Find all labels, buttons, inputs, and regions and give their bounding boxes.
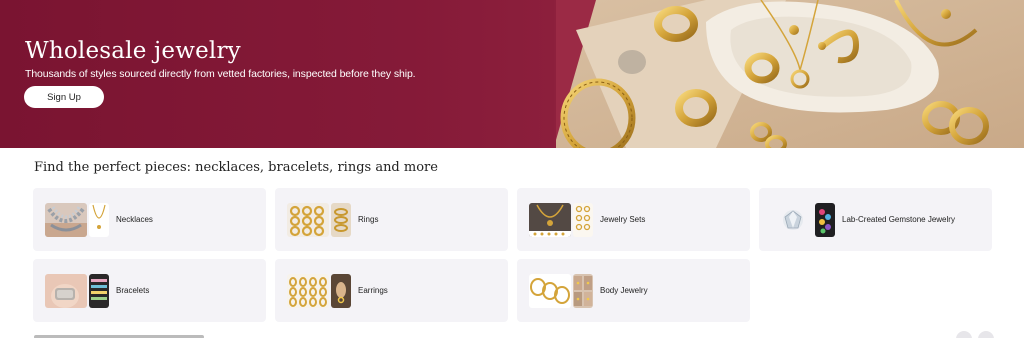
carousel-next-button[interactable]	[978, 331, 994, 338]
category-label: Earrings	[358, 286, 388, 295]
category-card-lab-created-gemstone-jewelry[interactable]: Lab-Created Gemstone Jewelry	[759, 188, 992, 251]
section-title: Find the perfect pieces: necklaces, brac…	[34, 160, 438, 175]
category-label: Lab-Created Gemstone Jewelry	[842, 215, 955, 224]
category-label: Necklaces	[116, 215, 153, 224]
category-card-rings[interactable]: Rings	[275, 188, 508, 251]
category-thumbnails	[771, 202, 835, 237]
bracelets-image-secondary	[89, 273, 109, 308]
next-section-heading-clipped	[34, 331, 204, 338]
carousel-prev-button[interactable]	[956, 331, 972, 338]
rings-image-secondary	[331, 202, 351, 237]
jewelry-sets-image-secondary	[573, 202, 593, 237]
category-thumbnails	[287, 273, 351, 308]
rings-image	[287, 202, 329, 237]
gemstone-image-secondary	[815, 202, 835, 237]
gemstone-image	[771, 202, 813, 237]
earrings-image	[287, 273, 329, 308]
category-thumbnails	[45, 202, 109, 237]
category-card-jewelry-sets[interactable]: Jewelry Sets	[517, 188, 750, 251]
category-card-bracelets[interactable]: Bracelets	[33, 259, 266, 322]
category-thumbnails	[45, 273, 109, 308]
hero-jewelry-photo	[556, 0, 1024, 148]
category-card-earrings[interactable]: Earrings	[275, 259, 508, 322]
category-card-necklaces[interactable]: Necklaces	[33, 188, 266, 251]
necklaces-image	[45, 202, 87, 237]
body-jewelry-image	[529, 273, 571, 308]
body-jewelry-image-secondary	[573, 273, 593, 308]
bracelets-image	[45, 273, 87, 308]
hero-subtitle: Thousands of styles sourced directly fro…	[25, 68, 416, 80]
category-label: Body Jewelry	[600, 286, 648, 295]
category-label: Bracelets	[116, 286, 150, 295]
category-label: Rings	[358, 215, 379, 224]
hero-title: Wholesale jewelry	[25, 38, 241, 64]
carousel-controls-clipped	[956, 331, 994, 338]
earrings-image-secondary	[331, 273, 351, 308]
necklaces-image-secondary	[89, 202, 109, 237]
sign-up-button[interactable]: Sign Up	[24, 86, 104, 108]
category-label: Jewelry Sets	[600, 215, 646, 224]
category-grid: Necklaces Rings Jewelry Sets Lab-Created…	[33, 188, 993, 322]
hero-banner: Wholesale jewelry Thousands of styles so…	[0, 0, 1024, 148]
category-thumbnails	[529, 273, 593, 308]
category-card-body-jewelry[interactable]: Body Jewelry	[517, 259, 750, 322]
category-thumbnails	[529, 202, 593, 237]
category-thumbnails	[287, 202, 351, 237]
jewelry-sets-image	[529, 202, 571, 237]
